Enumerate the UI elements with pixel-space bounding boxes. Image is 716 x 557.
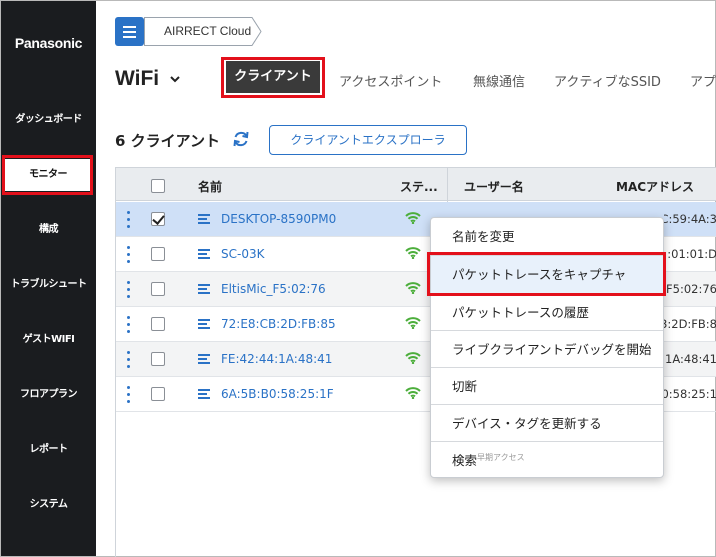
- sidebar-item-troubleshoot[interactable]: トラブルシュート: [1, 278, 96, 292]
- client-mac: 0:58:25:1: [664, 387, 716, 401]
- menu-item-packet-trace-history[interactable]: パケットトレースの履歴: [431, 294, 663, 331]
- row-actions-icon[interactable]: [127, 386, 131, 404]
- brand-logo: Panasonic: [14, 35, 83, 51]
- early-access-badge: 早期アクセス: [477, 453, 525, 462]
- wifi-signal-icon: [405, 317, 421, 329]
- mac-cell: 3:2D:FB:8: [664, 307, 716, 342]
- row-actions-icon[interactable]: [127, 246, 131, 264]
- tab-clients[interactable]: クライアント: [226, 61, 320, 93]
- row-actions-icon[interactable]: [127, 316, 131, 334]
- client-mac: :01:01:D: [667, 247, 716, 261]
- table-header: 名前 ステ... ユーザー名 MACアドレス: [116, 167, 716, 202]
- row-checkbox[interactable]: [151, 387, 165, 401]
- chevron-down-icon[interactable]: [168, 72, 182, 86]
- mac-cell: 5C:B2:BC:59:4A:3: [664, 202, 716, 237]
- menu-item-disconnect[interactable]: 切断: [431, 368, 663, 405]
- row-checkbox[interactable]: [151, 317, 165, 331]
- client-name[interactable]: 72:E8:CB:2D:FB:85: [221, 317, 336, 331]
- mac-cell: 0:58:25:1: [664, 377, 716, 412]
- mac-cell: F5:02:76: [664, 272, 716, 307]
- sidebar-item-config[interactable]: 構成: [1, 223, 96, 237]
- wifi-signal-icon: [405, 352, 421, 364]
- client-mac: F5:02:76: [666, 282, 716, 296]
- column-mac[interactable]: MACアドレス: [616, 178, 694, 195]
- tab-radios[interactable]: 無線通信: [473, 71, 525, 90]
- wifi-signal-icon: [405, 212, 421, 224]
- client-explorer-button[interactable]: クライアントエクスプローラ: [269, 125, 467, 155]
- refresh-icon[interactable]: [232, 130, 250, 148]
- menu-item-live-debug[interactable]: ライブクライアントデバッグを開始: [431, 331, 663, 368]
- mac-cell: :1A:48:41: [664, 342, 716, 377]
- sidebar-item-system[interactable]: システム: [1, 498, 96, 512]
- client-mac: :1A:48:41: [664, 352, 716, 366]
- column-user[interactable]: ユーザー名: [464, 178, 524, 195]
- row-checkbox[interactable]: [151, 247, 165, 261]
- row-actions-icon[interactable]: [127, 281, 131, 299]
- client-name[interactable]: DESKTOP-8590PM0: [221, 212, 336, 226]
- context-menu: 名前を変更 パケットトレースをキャプチャ パケットトレースの履歴 ライブクライア…: [430, 217, 664, 478]
- tab-active-ssid[interactable]: アクティブなSSID: [554, 71, 661, 90]
- row-checkbox[interactable]: [151, 282, 165, 296]
- sidebar-item-floorplan[interactable]: フロアプラン: [1, 388, 96, 402]
- list-icon: [198, 284, 210, 295]
- breadcrumb-label: AIRRECT Cloud: [164, 24, 252, 38]
- row-actions-icon[interactable]: [127, 211, 131, 229]
- client-name[interactable]: 6A:5B:B0:58:25:1F: [221, 387, 334, 401]
- menu-item-search[interactable]: 検索早期アクセス: [431, 442, 663, 479]
- menu-item-capture-packet-trace[interactable]: パケットトレースをキャプチャ: [431, 256, 663, 293]
- column-divider: [447, 168, 448, 202]
- breadcrumb[interactable]: AIRRECT Cloud: [144, 17, 262, 46]
- menu-item-rename[interactable]: 名前を変更: [431, 218, 663, 255]
- client-name[interactable]: SC-03K: [221, 247, 264, 261]
- client-mac: 3:2D:FB:8: [664, 317, 716, 331]
- column-name[interactable]: 名前: [198, 178, 222, 195]
- hamburger-menu-button[interactable]: [115, 17, 144, 46]
- sidebar: Panasonic ダッシュボード モニター 構成 トラブルシュート ゲストWI…: [1, 1, 96, 556]
- page-title[interactable]: WiFi: [115, 67, 159, 91]
- list-icon: [198, 214, 210, 225]
- column-status[interactable]: ステ...: [400, 178, 438, 195]
- sidebar-item-monitor[interactable]: モニター: [5, 159, 91, 191]
- list-icon: [198, 319, 210, 330]
- wifi-signal-icon: [405, 387, 421, 399]
- row-actions-icon[interactable]: [127, 351, 131, 369]
- sidebar-item-dashboard[interactable]: ダッシュボード: [1, 113, 96, 127]
- tab-access-points[interactable]: アクセスポイント: [339, 71, 442, 90]
- row-checkbox[interactable]: [151, 352, 165, 366]
- client-mac: 5C:B2:BC:59:4A:3: [664, 212, 716, 226]
- client-name[interactable]: EltisMic_F5:02:76: [221, 282, 326, 296]
- select-all-checkbox[interactable]: [151, 179, 165, 193]
- menu-item-search-label: 検索: [452, 453, 478, 468]
- list-icon: [198, 389, 210, 400]
- wifi-signal-icon: [405, 247, 421, 259]
- wifi-signal-icon: [405, 282, 421, 294]
- client-name[interactable]: FE:42:44:1A:48:41: [221, 352, 332, 366]
- list-icon: [198, 354, 210, 365]
- row-checkbox[interactable]: [151, 212, 165, 226]
- client-count: 6 クライアント: [115, 132, 221, 150]
- menu-item-update-device-tags[interactable]: デバイス・タグを更新する: [431, 405, 663, 442]
- list-icon: [198, 249, 210, 260]
- sidebar-item-report[interactable]: レポート: [1, 443, 96, 457]
- tab-apps[interactable]: アプ: [690, 71, 716, 90]
- sidebar-item-guest-wifi[interactable]: ゲストWIFI: [1, 333, 96, 347]
- mac-cell: :01:01:D: [664, 237, 716, 272]
